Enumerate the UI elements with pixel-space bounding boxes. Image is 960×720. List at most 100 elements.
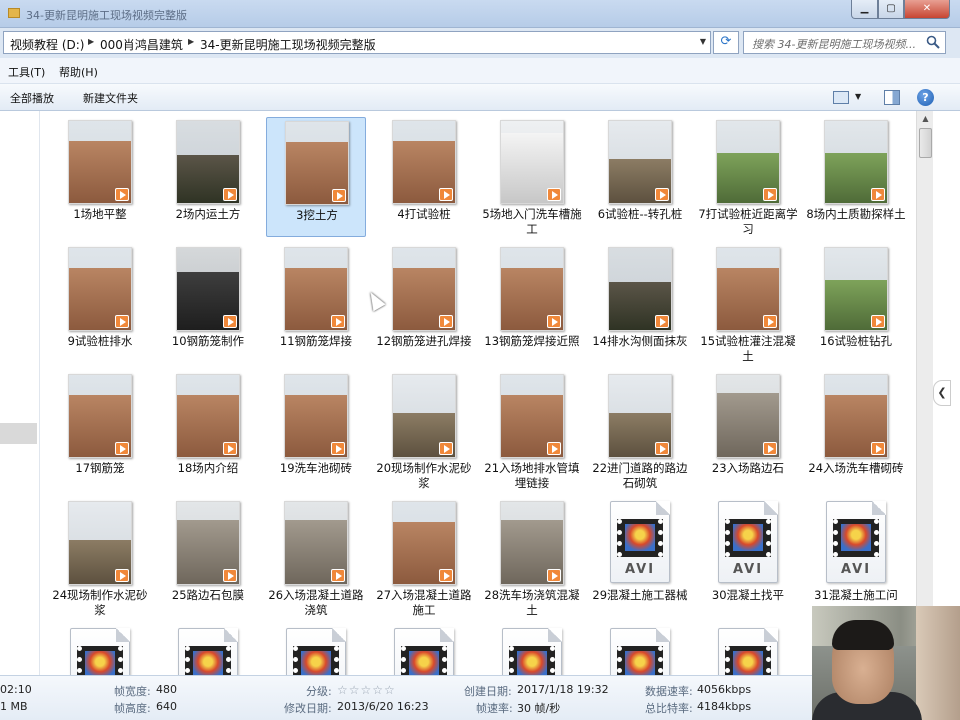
video-thumbnail[interactable] — [608, 120, 672, 204]
video-file-item[interactable]: 27入场混凝土道路施工 — [374, 498, 474, 618]
video-file-item[interactable]: 24入场洗车槽砌砖 — [806, 371, 906, 491]
video-file-item[interactable]: 24现场制作水泥砂浆 — [50, 498, 150, 618]
breadcrumb-current[interactable]: 34-更新昆明施工现场视频完整版 — [200, 36, 376, 53]
avi-file-item[interactable]: AVI 29混凝土施工器械 — [590, 498, 690, 618]
preview-pane-icon[interactable] — [884, 90, 900, 105]
chevron-down-icon[interactable]: ▼ — [700, 37, 706, 46]
video-thumbnail[interactable] — [68, 247, 132, 331]
avi-file-item[interactable]: AVI — [374, 625, 474, 675]
scroll-up-arrow-icon[interactable]: ▲ — [917, 111, 934, 127]
video-file-item[interactable]: 5场地入门洗车槽施工 — [482, 117, 582, 237]
video-thumbnail[interactable] — [392, 120, 456, 204]
new-folder-button[interactable]: 新建文件夹 — [83, 90, 138, 106]
video-file-item[interactable]: 26入场混凝土道路浇筑 — [266, 498, 366, 618]
avi-file-item[interactable]: AVI — [590, 625, 690, 675]
avi-file-icon[interactable]: AVI — [718, 501, 778, 583]
video-file-item[interactable]: 3挖土方 — [266, 117, 366, 237]
video-file-item[interactable]: 1场地平整 — [50, 117, 150, 237]
video-thumbnail[interactable] — [500, 120, 564, 204]
avi-file-icon[interactable]: AVI — [826, 501, 886, 583]
avi-file-item[interactable]: AVI — [158, 625, 258, 675]
help-icon[interactable]: ? — [917, 89, 934, 106]
avi-file-icon[interactable]: AVI — [610, 628, 670, 675]
avi-file-icon[interactable]: AVI — [286, 628, 346, 675]
video-file-item[interactable]: 11钢筋笼焊接 — [266, 244, 366, 364]
avi-file-icon[interactable]: AVI — [394, 628, 454, 675]
menu-tools[interactable]: 工具(T) — [8, 64, 45, 80]
navigation-pane[interactable] — [0, 111, 40, 675]
scroll-thumb[interactable] — [919, 128, 932, 158]
video-file-item[interactable]: 22进门道路的路边石砌筑 — [590, 371, 690, 491]
video-thumbnail[interactable] — [285, 121, 349, 205]
video-thumbnail[interactable] — [824, 120, 888, 204]
video-thumbnail[interactable] — [716, 120, 780, 204]
file-list[interactable]: 1场地平整 2场内运土方 3挖土方 4打试验桩 5场地入门洗车槽施工 6试验桩--转孔桩 7… — [40, 111, 916, 675]
video-file-item[interactable]: 20现场制作水泥砂浆 — [374, 371, 474, 491]
video-thumbnail[interactable] — [500, 501, 564, 585]
video-thumbnail[interactable] — [284, 374, 348, 458]
video-file-item[interactable]: 10钢筋笼制作 — [158, 244, 258, 364]
video-file-item[interactable]: 6试验桩--转孔桩 — [590, 117, 690, 237]
breadcrumb[interactable]: 视频教程 (D:) ▶ 000肖鸿昌建筑 ▶ 34-更新昆明施工现场视频完整版 … — [3, 31, 711, 54]
video-file-item[interactable]: 25路边石包膜 — [158, 498, 258, 618]
video-thumbnail[interactable] — [608, 247, 672, 331]
video-thumbnail[interactable] — [176, 501, 240, 585]
video-file-item[interactable]: 7打试验桩近距离学习 — [698, 117, 798, 237]
video-file-item[interactable]: 15试验桩灌注混凝土 — [698, 244, 798, 364]
avi-file-item[interactable]: AVI — [266, 625, 366, 675]
search-input[interactable]: 搜索 34-更新昆明施工现场视频... — [743, 31, 946, 54]
avi-file-icon[interactable]: AVI — [70, 628, 130, 675]
video-thumbnail[interactable] — [68, 120, 132, 204]
avi-file-item[interactable]: AVI 31混凝土施工问 — [806, 498, 906, 618]
avi-file-item[interactable]: AVI — [50, 625, 150, 675]
avi-file-item[interactable]: AVI — [482, 625, 582, 675]
video-file-item[interactable]: 8场内土质勘探样土 — [806, 117, 906, 237]
chevron-right-icon[interactable]: ▶ — [188, 37, 194, 46]
avi-file-icon[interactable]: AVI — [718, 628, 778, 675]
video-file-item[interactable]: 18场内介绍 — [158, 371, 258, 491]
video-file-item[interactable]: 4打试验桩 — [374, 117, 474, 237]
avi-file-icon[interactable]: AVI — [502, 628, 562, 675]
video-thumbnail[interactable] — [68, 501, 132, 585]
chevron-down-icon[interactable]: ▼ — [855, 92, 861, 101]
video-thumbnail[interactable] — [392, 374, 456, 458]
close-button[interactable]: ✕ — [904, 0, 950, 19]
video-thumbnail[interactable] — [176, 120, 240, 204]
chevron-left-icon[interactable]: ❮ — [933, 380, 951, 406]
video-thumbnail[interactable] — [392, 501, 456, 585]
video-file-item[interactable]: 16试验桩钻孔 — [806, 244, 906, 364]
maximize-button[interactable]: ▢ — [878, 0, 904, 19]
video-thumbnail[interactable] — [284, 501, 348, 585]
video-file-item[interactable]: 9试验桩排水 — [50, 244, 150, 364]
video-file-item[interactable]: 2场内运土方 — [158, 117, 258, 237]
video-thumbnail[interactable] — [284, 247, 348, 331]
search-icon[interactable] — [926, 35, 940, 49]
avi-file-icon[interactable]: AVI — [610, 501, 670, 583]
chevron-right-icon[interactable]: ▶ — [88, 37, 94, 46]
video-file-item[interactable]: 28洗车场浇筑混凝土 — [482, 498, 582, 618]
video-thumbnail[interactable] — [500, 374, 564, 458]
avi-file-icon[interactable]: AVI — [178, 628, 238, 675]
video-file-item[interactable]: 19洗车池砌砖 — [266, 371, 366, 491]
breadcrumb-drive[interactable]: 视频教程 (D:) — [10, 36, 84, 53]
video-thumbnail[interactable] — [716, 247, 780, 331]
video-thumbnail[interactable] — [176, 374, 240, 458]
video-file-item[interactable]: 21入场地排水管填埋链接 — [482, 371, 582, 491]
menu-help[interactable]: 帮助(H) — [59, 64, 98, 80]
avi-file-item[interactable]: AVI 30混凝土找平 — [698, 498, 798, 618]
video-file-item[interactable]: 14排水沟侧面抹灰 — [590, 244, 690, 364]
avi-file-item[interactable]: AVI — [698, 625, 798, 675]
view-icon[interactable] — [833, 91, 849, 104]
video-thumbnail[interactable] — [500, 247, 564, 331]
video-thumbnail[interactable] — [716, 374, 780, 458]
video-file-item[interactable]: 13钢筋笼焊接近照 — [482, 244, 582, 364]
minimize-button[interactable]: ▁ — [851, 0, 878, 19]
rating-stars[interactable]: ☆☆☆☆☆ — [337, 683, 396, 697]
vertical-scrollbar[interactable]: ▲ — [916, 111, 933, 675]
video-thumbnail[interactable] — [824, 374, 888, 458]
video-thumbnail[interactable] — [176, 247, 240, 331]
video-thumbnail[interactable] — [608, 374, 672, 458]
video-file-item[interactable]: 12钢筋笼进孔焊接 — [374, 244, 474, 364]
nav-selected-item[interactable] — [0, 423, 37, 444]
video-thumbnail[interactable] — [392, 247, 456, 331]
